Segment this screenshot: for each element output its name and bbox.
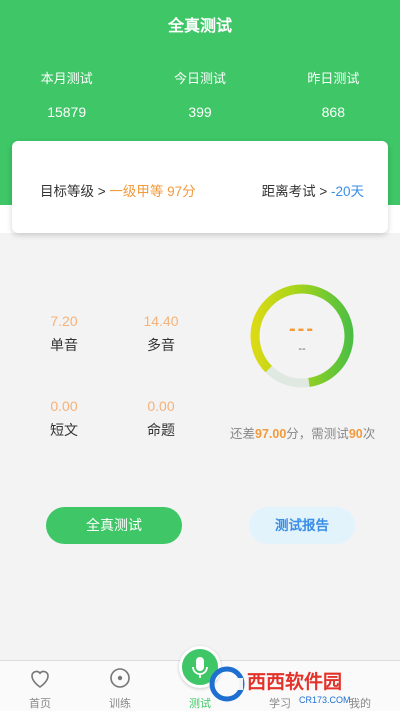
score-value: 7.20 — [50, 313, 78, 329]
target-level-value: 一级甲等 97分 — [109, 184, 196, 199]
target-level-label: 目标等级 > — [40, 184, 106, 199]
remaining-text: 还差 — [230, 427, 256, 441]
remaining-points: 97.00 — [255, 427, 287, 441]
score-name: 多音 — [147, 337, 175, 353]
target-icon — [110, 668, 130, 688]
stat-value: 399 — [188, 104, 212, 120]
page-title: 全真测试 — [167, 18, 232, 35]
watermark-logo: 西西软件园 CR173.COM — [209, 666, 351, 705]
score-topic: 0.00 命题 — [126, 398, 196, 440]
remaining-info: 还差97.00分，需测试90次 — [230, 423, 375, 442]
score-name: 单音 — [50, 337, 78, 353]
stat-yesterday: 昨日测试 868 — [267, 68, 400, 120]
stat-label: 本月测试 — [40, 71, 93, 86]
tab-home[interactable]: 首页 — [0, 661, 80, 711]
remaining-text: 次 — [362, 427, 376, 441]
target-level[interactable]: 目标等级 > 一级甲等 97分 — [40, 180, 196, 200]
full-test-button[interactable]: 全真测试 — [46, 507, 182, 544]
score-value: 0.00 — [147, 398, 175, 414]
remaining-text: 分，需测试 — [286, 427, 349, 441]
score-value: 14.40 — [143, 313, 179, 329]
exam-countdown-label: 距离考试 > — [261, 184, 328, 199]
target-card: 目标等级 > 一级甲等 97分 距离考试 > -20天 — [12, 141, 388, 233]
stat-month: 本月测试 15879 — [0, 68, 133, 120]
stat-today: 今日测试 399 — [133, 68, 266, 120]
score-single-syllable: 7.20 单音 — [29, 313, 99, 355]
stats-row: 本月测试 15879 今日测试 399 昨日测试 868 — [0, 68, 400, 120]
tab-training[interactable]: 训练 — [80, 661, 160, 711]
score-value: 0.00 — [50, 398, 78, 414]
score-name: 命题 — [147, 422, 175, 438]
stat-value: 15879 — [47, 104, 87, 120]
exam-countdown-value: -20天 — [330, 184, 364, 199]
ring-sub-value: -- — [298, 343, 306, 355]
remaining-times: 90 — [348, 427, 363, 441]
score-multi-syllable: 14.40 多音 — [126, 313, 196, 355]
watermark-url: CR173.COM — [299, 695, 351, 705]
score-name: 短文 — [50, 422, 78, 438]
tab-label: 训练 — [109, 698, 131, 710]
test-report-button[interactable]: 测试报告 — [249, 507, 355, 544]
watermark-brand: 西西软件园 — [247, 670, 342, 693]
ring-center: --- -- — [248, 318, 356, 355]
score-passage: 0.00 短文 — [29, 398, 99, 440]
heart-icon — [31, 670, 49, 688]
stat-value: 868 — [321, 104, 345, 120]
ring-main-value: --- — [289, 318, 315, 340]
tab-label: 首页 — [29, 698, 51, 710]
stat-label: 今日测试 — [173, 71, 226, 86]
stat-label: 昨日测试 — [307, 71, 360, 86]
exam-countdown[interactable]: 距离考试 > -20天 — [262, 180, 364, 200]
